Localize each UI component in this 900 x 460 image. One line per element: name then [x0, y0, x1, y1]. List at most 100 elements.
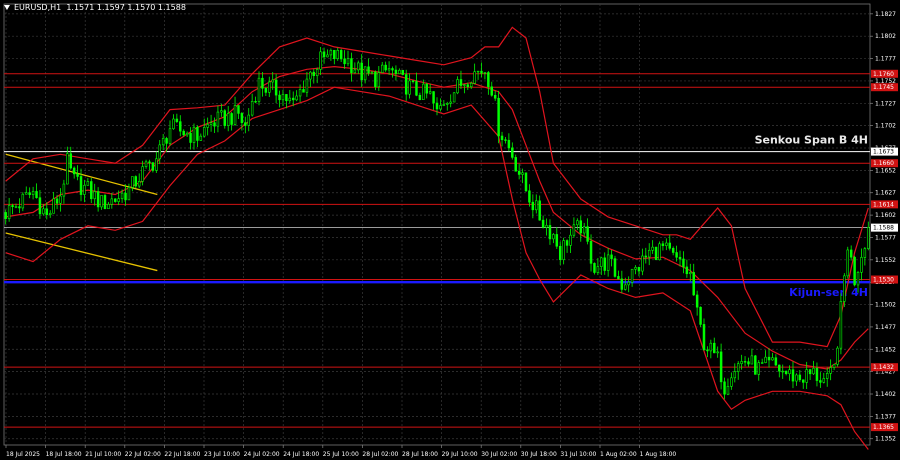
- candle-body: [600, 257, 603, 267]
- candle-body: [319, 51, 322, 70]
- candle-body: [7, 205, 11, 219]
- candle-body: [107, 204, 110, 209]
- candle-body: [14, 206, 18, 208]
- candle-body: [175, 118, 179, 122]
- candle-body: [220, 110, 223, 113]
- candle-body: [209, 122, 213, 125]
- candle-body: [634, 267, 637, 270]
- candle-body: [271, 79, 274, 83]
- candle-body: [343, 58, 346, 65]
- kijun-sen-label: Kijun-sen 4H: [789, 286, 868, 299]
- candle-body: [802, 379, 805, 383]
- candle-body: [867, 227, 870, 249]
- candle-body: [507, 139, 511, 149]
- dropdown-triangle-icon[interactable]: [4, 5, 10, 10]
- candle-body: [114, 198, 117, 202]
- candle-body: [189, 132, 192, 143]
- senkou-price-label: 1.1673: [873, 149, 894, 156]
- candle-body: [350, 58, 353, 74]
- candle-body: [863, 248, 867, 258]
- candle-body: [4, 212, 7, 219]
- candle-body: [333, 49, 336, 60]
- price-chart[interactable]: 1.18271.18021.17771.17521.17271.17021.16…: [0, 0, 900, 460]
- candle-body: [285, 94, 288, 102]
- candle-body: [535, 200, 538, 211]
- y-tick-label: 1.1802: [875, 33, 896, 40]
- candle-body: [524, 172, 528, 192]
- candle-body: [747, 361, 750, 365]
- candle-body: [613, 258, 617, 277]
- candle-body: [100, 195, 103, 208]
- candle-body: [202, 127, 206, 137]
- candle-body: [586, 226, 589, 242]
- candle-body: [216, 111, 220, 127]
- candle-body: [610, 254, 613, 259]
- candle-body: [832, 364, 836, 368]
- candle-body: [367, 66, 370, 74]
- candle-body: [767, 356, 771, 361]
- x-tick-label: 1 Aug 18:00: [640, 451, 677, 458]
- candle-body: [346, 58, 350, 65]
- level-price-label: 1.1530: [873, 277, 894, 284]
- candle-body: [298, 89, 302, 97]
- candle-body: [808, 369, 812, 375]
- candle-body: [96, 191, 100, 208]
- candle-body: [730, 377, 733, 387]
- y-tick-label: 1.1377: [875, 413, 896, 420]
- candle-body: [79, 176, 83, 195]
- candle-body: [264, 87, 268, 93]
- level-price-label: 1.1614: [873, 201, 894, 208]
- candle-body: [678, 256, 682, 260]
- candle-body: [131, 176, 134, 188]
- y-tick-label: 1.1702: [875, 123, 896, 130]
- candle-body: [531, 201, 535, 211]
- candle-body: [723, 381, 726, 395]
- trendline[interactable]: [5, 232, 158, 272]
- candle-body: [528, 190, 531, 203]
- candle-body: [185, 132, 189, 136]
- candle-body: [483, 72, 487, 74]
- candle-body: [456, 79, 459, 94]
- candle-body: [268, 81, 271, 93]
- candle-body: [558, 245, 562, 260]
- x-tick-label: 29 Jul 10:00: [442, 451, 478, 458]
- candle-body: [244, 122, 247, 126]
- candle-body: [603, 257, 606, 271]
- candle-body: [764, 356, 767, 363]
- candle-body: [736, 363, 740, 372]
- candle-body: [141, 166, 144, 182]
- candle-body: [819, 380, 822, 383]
- candle-body: [312, 71, 316, 77]
- x-tick-label: 18 Jul 18:00: [46, 451, 82, 458]
- candle-body: [110, 198, 114, 205]
- candle-body: [124, 192, 127, 201]
- candle-body: [497, 97, 500, 137]
- candle-body: [134, 176, 138, 187]
- current-price-label: 1.1588: [873, 225, 894, 232]
- candle-body: [839, 301, 843, 349]
- candle-body: [83, 185, 86, 195]
- candle-body: [473, 71, 476, 84]
- candle-body: [62, 183, 66, 197]
- candle-body: [196, 126, 199, 141]
- x-tick-label: 18 Jul 2025: [6, 451, 40, 458]
- candle-body: [740, 361, 743, 364]
- candle-body: [641, 255, 644, 272]
- candle-body: [805, 369, 808, 383]
- candle-body: [617, 276, 620, 280]
- candle-body: [788, 369, 791, 375]
- candle-body: [18, 206, 21, 209]
- candle-body: [541, 219, 545, 228]
- candle-body: [339, 50, 343, 60]
- candle-body: [620, 278, 624, 290]
- candle-body: [476, 70, 480, 73]
- candle-body: [757, 362, 760, 375]
- candle-body: [42, 208, 45, 215]
- candle-body: [627, 281, 630, 286]
- candle-body: [370, 71, 374, 74]
- candle-body: [127, 187, 131, 201]
- candle-body: [415, 81, 418, 96]
- candle-body: [695, 294, 699, 308]
- x-tick-label: 30 Jul 02:00: [481, 451, 517, 458]
- candle-body: [593, 263, 596, 273]
